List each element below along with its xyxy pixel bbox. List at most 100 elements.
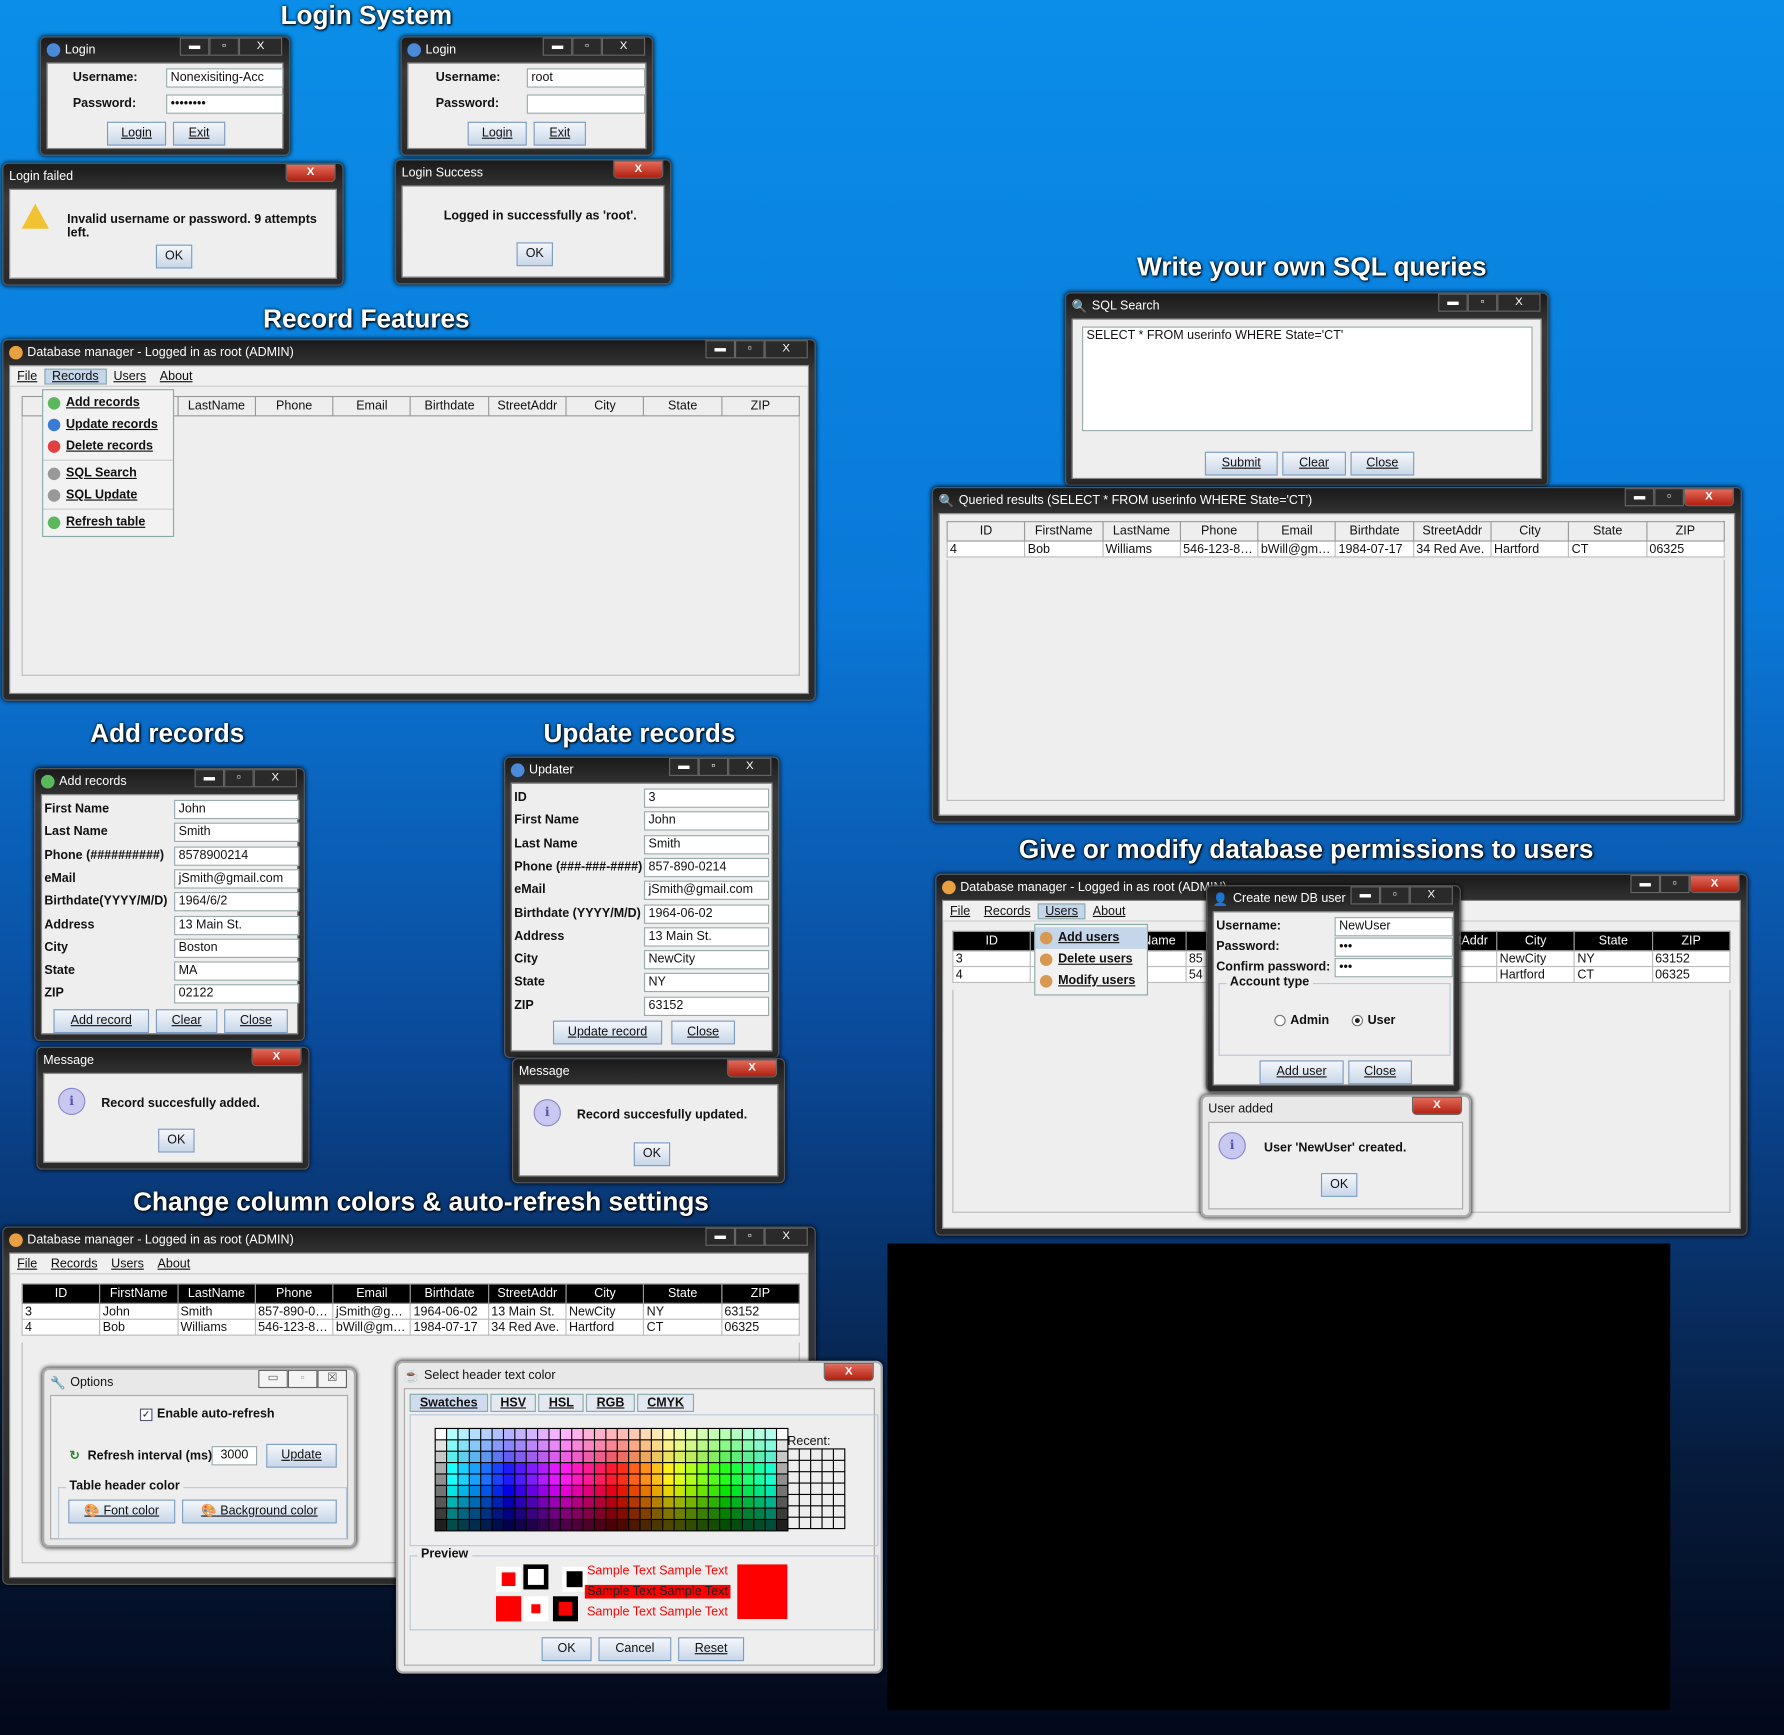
swatch[interactable] bbox=[754, 1463, 765, 1474]
swatch[interactable] bbox=[583, 1508, 594, 1519]
swatch[interactable] bbox=[504, 1451, 515, 1463]
swatch[interactable] bbox=[481, 1497, 492, 1508]
menu-file[interactable]: File bbox=[10, 369, 44, 383]
swatch[interactable] bbox=[560, 1451, 572, 1463]
maximize-button[interactable]: ▫ bbox=[734, 1227, 765, 1246]
swatch[interactable] bbox=[572, 1508, 583, 1519]
ok-button[interactable]: OK bbox=[516, 242, 553, 267]
swatch[interactable] bbox=[447, 1474, 458, 1485]
swatch[interactable] bbox=[469, 1440, 481, 1451]
submit-button[interactable]: Submit bbox=[1204, 451, 1278, 476]
swatch[interactable] bbox=[515, 1485, 526, 1497]
column-header[interactable]: State bbox=[643, 1283, 723, 1304]
maximize-button[interactable]: ▫ bbox=[1659, 874, 1690, 894]
swatch[interactable] bbox=[572, 1463, 583, 1474]
swatch[interactable] bbox=[640, 1474, 651, 1485]
table-row[interactable]: 4 Bob Williams 546-123-81... bWill@gma... 198… bbox=[21, 1318, 800, 1336]
field-input[interactable]: 1964/6/2 bbox=[174, 892, 300, 912]
swatch[interactable] bbox=[515, 1520, 526, 1531]
swatch[interactable] bbox=[526, 1485, 538, 1497]
refresh-interval-input[interactable]: 3000 bbox=[211, 1446, 258, 1466]
swatch[interactable] bbox=[663, 1451, 674, 1463]
recent-swatch[interactable] bbox=[811, 1517, 822, 1529]
minimize-button[interactable]: ▬ bbox=[1350, 886, 1381, 905]
column-header[interactable]: ZIP bbox=[720, 395, 800, 417]
swatch[interactable] bbox=[606, 1451, 617, 1463]
close-button[interactable]: X bbox=[1497, 293, 1541, 312]
swatch[interactable] bbox=[720, 1463, 731, 1474]
swatch[interactable] bbox=[640, 1463, 651, 1474]
minimize-button[interactable]: ▭ bbox=[258, 1369, 288, 1389]
swatch[interactable] bbox=[572, 1497, 583, 1508]
swatch[interactable] bbox=[583, 1463, 594, 1474]
user-radio[interactable]: User bbox=[1351, 1014, 1395, 1027]
swatch[interactable] bbox=[526, 1520, 538, 1531]
swatch[interactable] bbox=[765, 1463, 776, 1474]
swatch[interactable] bbox=[560, 1440, 572, 1451]
recent-swatch[interactable] bbox=[811, 1460, 822, 1472]
column-header[interactable]: Email bbox=[332, 395, 412, 417]
swatch[interactable] bbox=[572, 1485, 583, 1497]
clear-button[interactable]: Clear bbox=[155, 1009, 218, 1034]
menu-about[interactable]: About bbox=[1086, 904, 1132, 918]
swatch[interactable] bbox=[595, 1429, 606, 1440]
swatch[interactable] bbox=[777, 1440, 788, 1451]
swatch-grid[interactable] bbox=[434, 1427, 789, 1532]
clear-button[interactable]: Clear bbox=[1282, 451, 1346, 476]
swatch[interactable] bbox=[754, 1497, 765, 1508]
tab-cmyk[interactable]: CMYK bbox=[636, 1393, 695, 1412]
recent-swatch[interactable] bbox=[833, 1506, 845, 1517]
swatch[interactable] bbox=[560, 1463, 572, 1474]
minimize-button[interactable]: ▬ bbox=[1438, 293, 1468, 312]
swatch[interactable] bbox=[708, 1508, 720, 1519]
swatch[interactable] bbox=[663, 1474, 674, 1485]
maximize-button[interactable]: ▫ bbox=[1380, 886, 1410, 905]
swatch[interactable] bbox=[651, 1440, 663, 1451]
swatch[interactable] bbox=[504, 1440, 515, 1451]
swatch[interactable] bbox=[765, 1429, 776, 1440]
recent-swatch[interactable] bbox=[811, 1472, 822, 1483]
swatch[interactable] bbox=[538, 1485, 549, 1497]
swatch[interactable] bbox=[526, 1463, 538, 1474]
recent-swatch[interactable] bbox=[799, 1517, 811, 1529]
swatch[interactable] bbox=[720, 1520, 731, 1531]
swatch[interactable] bbox=[515, 1497, 526, 1508]
swatch[interactable] bbox=[458, 1508, 469, 1519]
swatch[interactable] bbox=[526, 1508, 538, 1519]
swatch[interactable] bbox=[492, 1520, 503, 1531]
swatch[interactable] bbox=[720, 1508, 731, 1519]
swatch[interactable] bbox=[731, 1485, 742, 1497]
swatch[interactable] bbox=[560, 1497, 572, 1508]
swatch[interactable] bbox=[765, 1520, 776, 1531]
swatch[interactable] bbox=[697, 1429, 708, 1440]
swatch[interactable] bbox=[481, 1508, 492, 1519]
swatch[interactable] bbox=[560, 1508, 572, 1519]
recent-swatch[interactable] bbox=[822, 1517, 833, 1529]
column-header[interactable]: Phone bbox=[254, 395, 334, 417]
table-row[interactable]: 4 Bob Williams 546-123-81... bWill@gma... 198… bbox=[946, 540, 1725, 558]
swatch[interactable] bbox=[629, 1440, 640, 1451]
swatch[interactable] bbox=[777, 1463, 788, 1474]
column-header[interactable]: ID bbox=[946, 521, 1026, 542]
swatch[interactable] bbox=[742, 1520, 754, 1531]
swatch[interactable] bbox=[777, 1497, 788, 1508]
swatch[interactable] bbox=[708, 1451, 720, 1463]
column-header[interactable]: Phone bbox=[1179, 521, 1259, 542]
swatch[interactable] bbox=[583, 1440, 594, 1451]
swatch[interactable] bbox=[777, 1520, 788, 1531]
swatch[interactable] bbox=[469, 1520, 481, 1531]
swatch[interactable] bbox=[549, 1497, 560, 1508]
tab-swatches[interactable]: Swatches bbox=[409, 1393, 488, 1412]
swatch[interactable] bbox=[595, 1485, 606, 1497]
close-button[interactable]: Close bbox=[671, 1020, 735, 1045]
field-input[interactable]: Smith bbox=[643, 834, 770, 854]
column-header[interactable]: ZIP bbox=[1651, 930, 1731, 952]
swatch[interactable] bbox=[595, 1520, 606, 1531]
swatch[interactable] bbox=[708, 1474, 720, 1485]
swatch[interactable] bbox=[674, 1508, 685, 1519]
recent-swatch[interactable] bbox=[822, 1483, 833, 1494]
swatch[interactable] bbox=[515, 1429, 526, 1440]
auto-refresh-checkbox[interactable]: ✓ Enable auto-refresh bbox=[139, 1407, 275, 1421]
swatch[interactable] bbox=[606, 1474, 617, 1485]
swatch[interactable] bbox=[640, 1497, 651, 1508]
